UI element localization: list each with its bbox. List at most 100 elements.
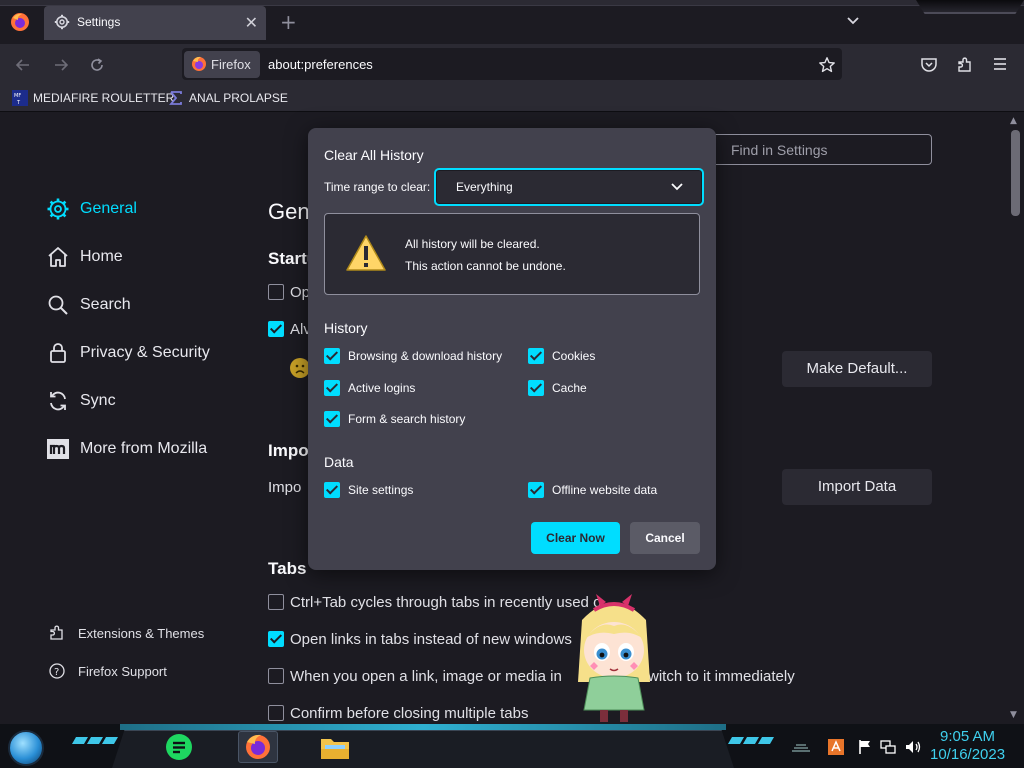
tab-settings[interactable]: Settings ✕ [44, 6, 266, 40]
scrollbar-thumb[interactable] [1011, 130, 1020, 216]
category-general[interactable]: General [46, 197, 137, 221]
notes-app-icon[interactable] [162, 731, 196, 763]
svg-text:?: ? [54, 667, 59, 678]
help-icon: ? [49, 663, 65, 679]
close-tab-icon[interactable]: ✕ [245, 13, 258, 32]
startup-checkbox[interactable] [268, 284, 284, 300]
identity-box[interactable]: Firefox [184, 51, 260, 78]
confirm-close-label: Confirm before closing multiple tabs [290, 705, 529, 722]
chevron-down-icon [670, 180, 684, 194]
puzzle-icon [50, 625, 63, 640]
category-label: Privacy & Security [80, 344, 210, 361]
warning-box: All history will be cleared. This action… [324, 213, 700, 295]
category-search[interactable]: Search [46, 293, 131, 317]
category-privacy[interactable]: Privacy & Security [46, 341, 210, 365]
checkbox-label: Active logins [348, 381, 416, 395]
forward-icon[interactable] [52, 56, 70, 74]
identity-label: Firefox [211, 57, 251, 72]
startup-option-label: Op [290, 284, 311, 301]
browsing-history-checkbox[interactable]: Browsing & download history [324, 348, 502, 364]
window-corner-decoration [916, 0, 1024, 14]
firefox-icon [191, 56, 207, 72]
search-placeholder: Find in Settings [731, 142, 828, 158]
show-hidden-icons[interactable] [790, 739, 812, 753]
category-label: Home [80, 248, 123, 265]
clock-time[interactable]: 9:05 AM [940, 728, 995, 745]
checkbox-checked[interactable] [324, 348, 340, 364]
checkbox-checked[interactable] [324, 482, 340, 498]
checkbox-checked[interactable] [324, 380, 340, 396]
bookmark-star-icon[interactable] [818, 56, 836, 74]
scroll-down-icon[interactable]: ▼ [1010, 710, 1017, 720]
new-tab-button[interactable]: + [280, 10, 297, 34]
flag-icon[interactable] [858, 739, 872, 755]
firefox-menu-icon[interactable] [10, 12, 30, 32]
cartoon-character-sticker [560, 590, 668, 724]
scroll-up-icon[interactable]: ▲ [1010, 116, 1017, 126]
checkbox-checked[interactable] [528, 380, 544, 396]
reload-icon[interactable] [88, 56, 106, 74]
taskbar-decoration [71, 737, 119, 744]
pocket-icon[interactable] [920, 56, 938, 74]
volume-icon[interactable] [904, 739, 922, 755]
offline-data-checkbox[interactable]: Offline website data [528, 482, 657, 498]
open-links-checkbox[interactable] [268, 631, 284, 647]
time-range-label: Time range to clear: [324, 180, 431, 194]
back-icon[interactable] [14, 56, 32, 74]
cancel-button[interactable]: Cancel [630, 522, 700, 554]
category-sync[interactable]: Sync [46, 389, 116, 413]
warning-line-2: This action cannot be undone. [405, 259, 566, 273]
checkbox-label: Offline website data [552, 483, 658, 497]
bookmark-item[interactable]: MF T MEDIAFIRE ROULETTER [12, 90, 174, 106]
ctrl-tab-checkbox[interactable] [268, 594, 284, 610]
sigma-icon [168, 90, 184, 106]
checkbox-checked[interactable] [528, 482, 544, 498]
clear-now-button[interactable]: Clear Now [531, 522, 620, 554]
taskbar-frame [112, 730, 734, 768]
search-input[interactable]: Find in Settings [704, 134, 932, 165]
switch-to-tab-label-tail: witch to it immediately [648, 668, 795, 685]
extensions-icon[interactable] [956, 56, 974, 74]
firefox-taskbar-icon[interactable] [238, 731, 278, 763]
hamburger-menu-icon[interactable] [992, 56, 1008, 72]
checkbox-label: Site settings [348, 483, 414, 497]
extensions-themes-link[interactable]: Extensions & Themes [48, 624, 204, 642]
time-range-value: Everything [456, 180, 513, 194]
category-more-from-mozilla[interactable]: More from Mozilla [46, 437, 207, 461]
cache-checkbox[interactable]: Cache [528, 380, 587, 396]
make-default-button[interactable]: Make Default... [782, 351, 932, 387]
switch-to-tab-label: When you open a link, image or media in [290, 668, 562, 685]
import-data-button[interactable]: Import Data [782, 469, 932, 505]
site-settings-checkbox[interactable]: Site settings [324, 482, 413, 498]
mozilla-icon [47, 439, 69, 459]
clock-date[interactable]: 10/16/2023 [930, 746, 1005, 763]
warning-line-1: All history will be cleared. [405, 237, 540, 251]
url-input[interactable]: about:preferences [268, 57, 373, 72]
sync-icon [50, 391, 66, 411]
firefox-support-link[interactable]: ? Firefox Support [48, 662, 167, 680]
category-label: More from Mozilla [80, 440, 208, 457]
network-icon[interactable] [880, 739, 896, 755]
data-heading: Data [324, 454, 354, 470]
list-all-tabs-icon[interactable] [844, 12, 862, 30]
app-tray-icon[interactable] [828, 739, 844, 755]
switch-to-tab-checkbox[interactable] [268, 668, 284, 684]
default-browser-checkbox[interactable] [268, 321, 284, 337]
category-home[interactable]: Home [46, 245, 123, 269]
active-logins-checkbox[interactable]: Active logins [324, 380, 415, 396]
dialog-title: Clear All History [324, 147, 424, 163]
checkbox-label: Cookies [552, 349, 596, 363]
start-button[interactable] [8, 730, 44, 766]
checkbox-checked[interactable] [528, 348, 544, 364]
import-heading: Impo [268, 441, 309, 460]
file-explorer-icon[interactable] [318, 731, 352, 763]
cookies-checkbox[interactable]: Cookies [528, 348, 595, 364]
confirm-close-checkbox[interactable] [268, 705, 284, 721]
bookmark-item[interactable]: ANAL PROLAPSE [168, 90, 288, 106]
tab-title: Settings [77, 15, 121, 29]
form-search-history-checkbox[interactable]: Form & search history [324, 411, 465, 427]
checkbox-checked[interactable] [324, 411, 340, 427]
time-range-select[interactable]: Everything [434, 168, 704, 206]
import-text: Impo [268, 479, 302, 496]
gear-icon [54, 14, 70, 30]
